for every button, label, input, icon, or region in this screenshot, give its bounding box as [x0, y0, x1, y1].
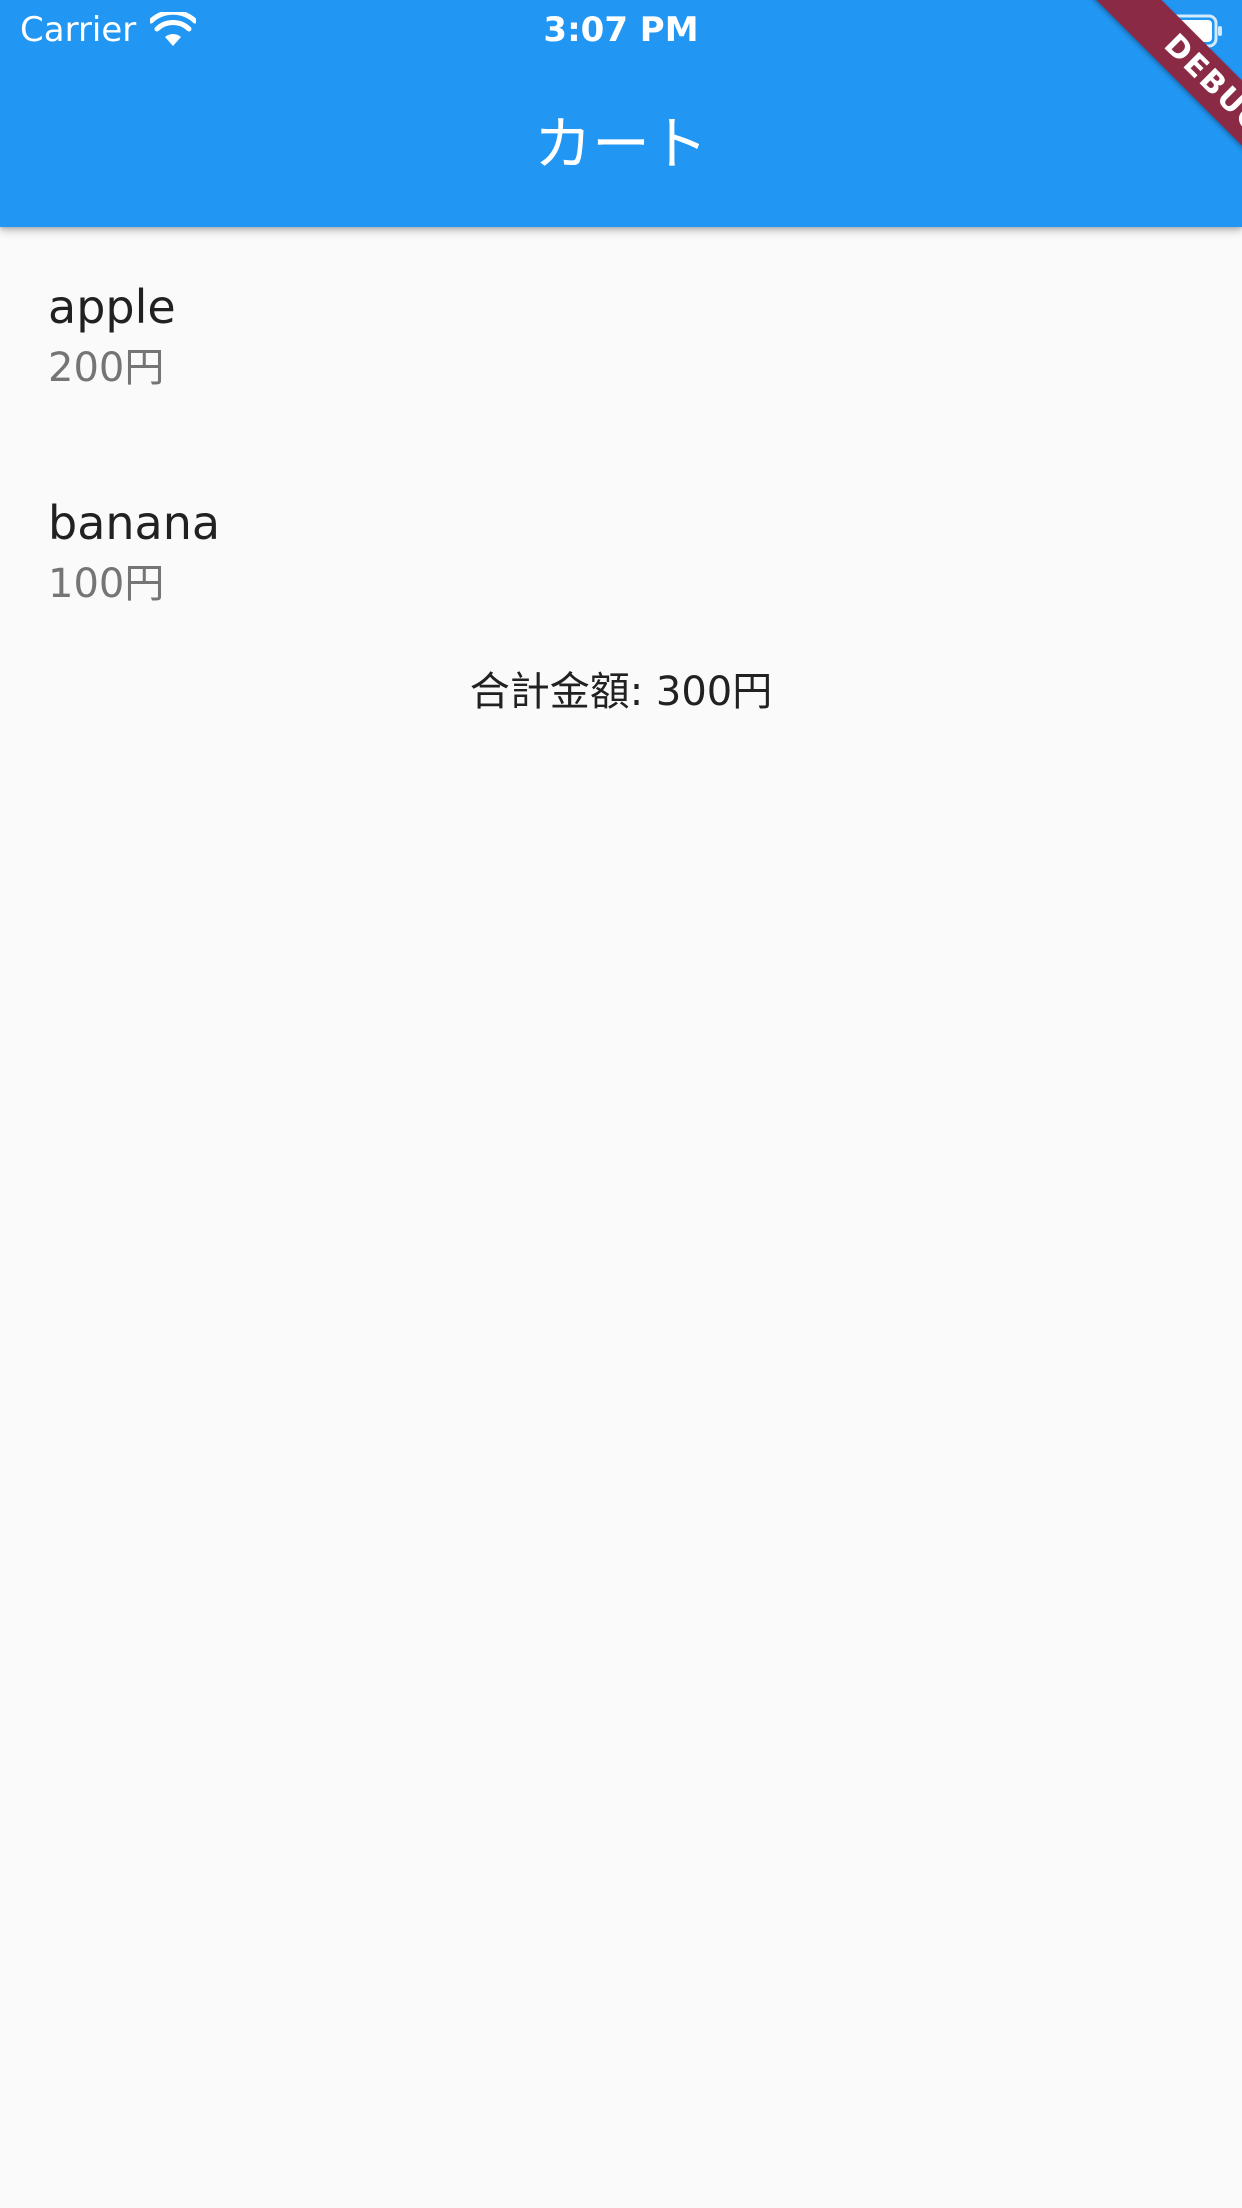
- status-bar: Carrier 3:07 PM: [0, 0, 1242, 60]
- cart-item-apple[interactable]: apple 200円: [0, 227, 1242, 443]
- app-bar: Carrier 3:07 PM カート: [0, 0, 1242, 227]
- cart-item-banana[interactable]: banana 100円: [0, 443, 1242, 659]
- total-amount: 合計金額: 300円: [469, 669, 773, 715]
- page-title: カート: [533, 110, 708, 178]
- item-name: banana: [48, 496, 221, 550]
- item-name: apple: [48, 280, 176, 334]
- cart-list: apple 200円 banana 100円: [0, 227, 1242, 659]
- item-price: 100円: [48, 561, 165, 607]
- item-price: 200円: [48, 345, 165, 391]
- status-time: 3:07 PM: [543, 10, 699, 50]
